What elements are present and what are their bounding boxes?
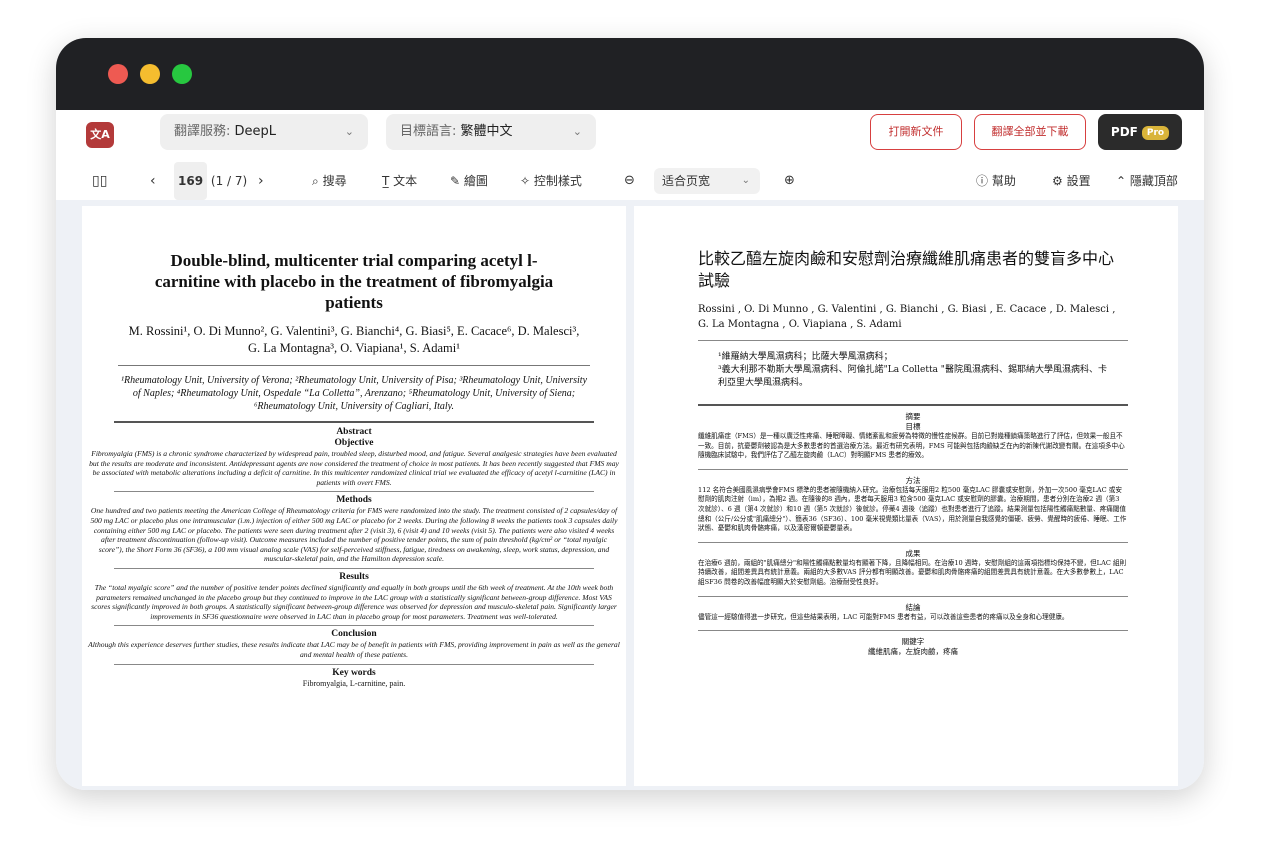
title-bar xyxy=(56,38,1204,110)
paper-affiliations: ¹Rheumatology Unit, University of Verona… xyxy=(118,365,590,413)
page-indicator: 169 (1 / 7) xyxy=(174,162,247,200)
control-style-label: 控制樣式 xyxy=(533,174,582,188)
chevron-down-icon: ⌄ xyxy=(741,175,750,186)
translated-results-heading: 成果 xyxy=(905,548,921,558)
original-page: Double-blind, multicenter trial comparin… xyxy=(82,206,626,786)
zoom-value: 适合页宽 xyxy=(662,174,711,188)
methods-text: One hundred and two patients meeting the… xyxy=(90,506,618,564)
help-icon: ⓘ xyxy=(976,174,989,188)
control-style-button[interactable]: ✧ 控制樣式 xyxy=(520,162,582,200)
divider xyxy=(698,404,1128,406)
help-button[interactable]: ⓘ 幫助 xyxy=(976,162,1016,200)
app-logo-icon: 文A xyxy=(86,122,114,148)
draw-tool-icon: ✎ xyxy=(450,174,461,188)
translate-all-download-button[interactable]: 翻譯全部並下載 xyxy=(974,114,1086,150)
target-language-label: 目標語言: xyxy=(400,124,457,139)
results-text: The “total myalgic score” and the number… xyxy=(91,582,617,621)
sidebar-toggle-icon[interactable]: ▯▯ xyxy=(92,162,107,200)
paper-authors: M. Rossini¹, O. Di Munno², G. Valentini³… xyxy=(128,324,580,355)
search-button[interactable]: ⌕ 搜尋 xyxy=(312,162,347,200)
chevron-up-icon: ⌃ xyxy=(1116,174,1127,188)
minimize-window-icon[interactable] xyxy=(140,64,160,84)
text-tool-icon: T̲ xyxy=(382,174,390,188)
objective-heading: Objective xyxy=(334,438,374,448)
page-count: (1 / 7) xyxy=(210,174,248,188)
pro-badge: Pro xyxy=(1141,126,1170,140)
zoom-select[interactable]: 适合页宽 ⌄ xyxy=(654,168,760,194)
next-page-icon[interactable]: › xyxy=(258,162,264,200)
paper-title: Double-blind, multicenter trial comparin… xyxy=(154,251,554,312)
help-label: 幫助 xyxy=(991,174,1016,188)
control-style-icon: ✧ xyxy=(520,174,531,188)
pdf-pro-button[interactable]: PDF Pro xyxy=(1098,114,1182,150)
document-viewer[interactable]: Double-blind, multicenter trial comparin… xyxy=(56,200,1204,790)
translated-conclusion-text: 儘管這一經驗值得進一步研究，但這些結果表明，LAC 可能對FMS 患者有益，可以… xyxy=(698,612,1069,621)
open-new-file-button[interactable]: 打開新文件 xyxy=(870,114,962,150)
draw-tool-label: 繪圖 xyxy=(463,174,488,188)
settings-label: 設置 xyxy=(1066,174,1091,188)
search-label: 搜尋 xyxy=(322,174,347,188)
hide-top-label: 隱藏頂部 xyxy=(1129,174,1178,188)
divider xyxy=(698,595,1128,597)
divider xyxy=(114,625,594,627)
translated-keywords-text: 纖維肌痛，左旋肉鹼，疼痛 xyxy=(868,647,958,657)
translated-authors: Rossini , O. Di Munno , G. Valentini , G… xyxy=(698,304,1116,330)
text-tool-button[interactable]: T̲ 文本 xyxy=(382,162,417,200)
translated-results-text: 在治療6 週前，兩組的"肌痛總分"和陽性觸痛點數量均有顯著下降，且降幅相同。在治… xyxy=(698,558,1127,586)
translated-methods-heading: 方法 xyxy=(905,475,921,485)
zoom-out-icon[interactable]: ⊖ xyxy=(624,162,635,200)
translated-affiliation-1: ¹維羅納大學風濕病科；比薩大學風濕病科； xyxy=(718,352,893,362)
objective-text: Fibromyalgia (FMS) is a chronic syndrome… xyxy=(89,449,619,487)
translated-abstract-heading: 摘要 xyxy=(905,412,921,421)
translation-service-select[interactable]: 翻譯服務: DeepL ⌄ xyxy=(160,114,368,150)
chevron-down-icon: ⌄ xyxy=(572,125,582,138)
divider xyxy=(698,468,1128,470)
methods-heading: Methods xyxy=(336,495,372,506)
settings-button[interactable]: ⚙ 設置 xyxy=(1052,162,1091,200)
zoom-in-icon[interactable]: ⊕ xyxy=(784,162,795,200)
results-heading: Results xyxy=(339,571,369,582)
translated-page: 比較乙醯左旋肉鹼和安慰劑治療纖維肌痛患者的雙盲多中心試驗 Rossini , O… xyxy=(634,206,1178,786)
divider xyxy=(698,340,1128,341)
target-language-select[interactable]: 目標語言: 繁體中文 ⌄ xyxy=(386,114,596,150)
pdf-label: PDF xyxy=(1110,125,1138,139)
translated-title: 比較乙醯左旋肉鹼和安慰劑治療纖維肌痛患者的雙盲多中心試驗 xyxy=(698,249,1115,290)
maximize-window-icon[interactable] xyxy=(172,64,192,84)
prev-page-icon[interactable]: ‹ xyxy=(150,162,156,200)
divider xyxy=(114,567,594,569)
abstract-heading: Abstract xyxy=(336,427,372,437)
hide-top-button[interactable]: ⌃ 隱藏頂部 xyxy=(1116,162,1178,200)
keywords-heading: Key words xyxy=(332,667,376,678)
page-number-input[interactable]: 169 xyxy=(174,162,208,200)
viewer-toolbar: ▯▯ ‹ 169 (1 / 7) › ⌕ 搜尋 T̲ 文本 ✎ 繪圖 ✧ 控制樣… xyxy=(56,162,1204,200)
draw-tool-button[interactable]: ✎ 繪圖 xyxy=(450,162,488,200)
divider xyxy=(114,491,594,493)
search-icon: ⌕ xyxy=(312,174,319,188)
conclusion-text: Although this experience deserves furthe… xyxy=(88,640,620,659)
gear-icon: ⚙ xyxy=(1052,174,1063,188)
divider xyxy=(114,663,594,665)
translation-service-label: 翻譯服務: xyxy=(174,124,231,139)
translated-objective-text: 纖維肌痛症（FMS）是一種以廣泛性疼痛、睡眠障礙、情緒紊亂和疲勞為特徵的慢性症候… xyxy=(698,432,1125,460)
translation-service-value: DeepL xyxy=(234,124,277,139)
keywords-text: Fibromyalgia, L-carnitine, pain. xyxy=(302,678,406,688)
translated-objective-heading: 目標 xyxy=(905,422,921,431)
chevron-down-icon: ⌄ xyxy=(344,125,354,138)
translated-conclusion-heading: 結論 xyxy=(905,602,921,612)
translated-methods-text: 112 名符合美國風濕病學會FMS 標準的患者被隨機納入研究。治療包括每天服用2… xyxy=(698,485,1127,533)
main-toolbar: 文A 翻譯服務: DeepL ⌄ 目標語言: 繁體中文 ⌄ 打開新文件 翻譯全部… xyxy=(56,110,1204,163)
conclusion-heading: Conclusion xyxy=(331,629,377,640)
translated-keywords-heading: 關鍵字 xyxy=(901,637,925,647)
target-language-value: 繁體中文 xyxy=(460,124,513,139)
divider xyxy=(114,421,594,423)
close-window-icon[interactable] xyxy=(108,64,128,84)
divider xyxy=(698,630,1128,632)
translated-affiliation-2: ³義大利那不勒斯大學風濕病科、阿倫扎諾"La Colletta "醫院風濕病科、… xyxy=(718,365,1107,388)
text-tool-label: 文本 xyxy=(393,174,418,188)
divider xyxy=(698,541,1128,543)
app-window: 文A 翻譯服務: DeepL ⌄ 目標語言: 繁體中文 ⌄ 打開新文件 翻譯全部… xyxy=(56,38,1204,790)
